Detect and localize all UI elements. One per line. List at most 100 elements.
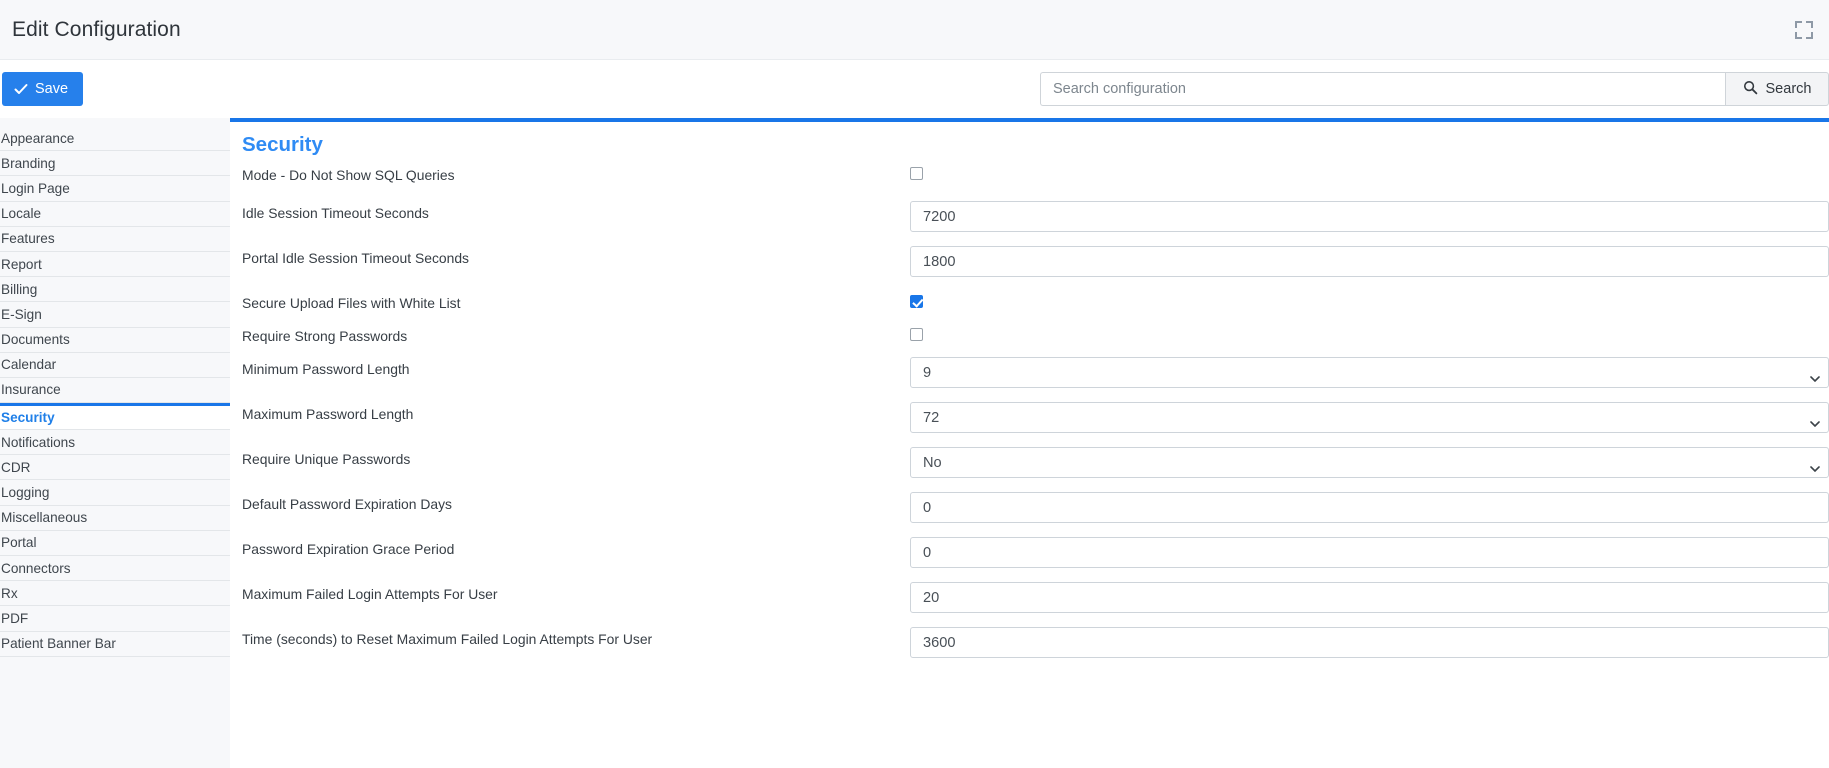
sidebar-item-label: Portal xyxy=(1,535,37,550)
config-sidebar: Appearance Branding Login Page Locale Fe… xyxy=(0,118,230,768)
setting-control xyxy=(910,627,1829,658)
sidebar-item-logging[interactable]: Logging xyxy=(0,480,230,505)
maximum-password-length-select[interactable]: 72 xyxy=(910,402,1829,433)
sidebar-item-miscellaneous[interactable]: Miscellaneous xyxy=(0,506,230,531)
sidebar-item-label: Locale xyxy=(1,206,41,221)
sidebar-item-branding[interactable]: Branding xyxy=(0,151,230,176)
setting-label: Secure Upload Files with White List xyxy=(242,291,910,311)
window-titlebar: Edit Configuration xyxy=(0,0,1829,60)
sidebar-item-calendar[interactable]: Calendar xyxy=(0,353,230,378)
sidebar-item-label: Logging xyxy=(1,485,49,500)
sidebar-item-portal[interactable]: Portal xyxy=(0,531,230,556)
sidebar-item-label: Calendar xyxy=(1,357,56,372)
setting-label: Idle Session Timeout Seconds xyxy=(242,201,910,221)
sidebar-item-label: Report xyxy=(1,257,42,272)
sidebar-item-notifications[interactable]: Notifications xyxy=(0,430,230,455)
setting-label: Time (seconds) to Reset Maximum Failed L… xyxy=(242,627,910,647)
password-expiration-grace-period-input[interactable] xyxy=(910,537,1829,568)
sidebar-item-appearance[interactable]: Appearance xyxy=(0,126,230,151)
sidebar-item-label: PDF xyxy=(1,611,28,626)
setting-control xyxy=(910,163,1829,185)
sidebar-item-label: CDR xyxy=(1,460,30,475)
sidebar-item-report[interactable]: Report xyxy=(0,252,230,277)
portal-idle-session-timeout-seconds-input[interactable] xyxy=(910,246,1829,277)
sidebar-item-label: Insurance xyxy=(1,382,61,397)
setting-control xyxy=(910,291,1829,313)
secure-upload-files-with-white-list-checkbox[interactable] xyxy=(910,295,923,308)
search-group: Search xyxy=(1040,72,1829,106)
setting-label: Require Unique Passwords xyxy=(242,447,910,467)
setting-label: Require Strong Passwords xyxy=(242,324,910,344)
minimum-password-length-select[interactable]: 9 xyxy=(910,357,1829,388)
sidebar-item-billing[interactable]: Billing xyxy=(0,277,230,302)
sidebar-item-label: E-Sign xyxy=(1,307,42,322)
sidebar-item-features[interactable]: Features xyxy=(0,227,230,252)
sidebar-item-locale[interactable]: Locale xyxy=(0,202,230,227)
setting-control xyxy=(910,201,1829,232)
settings-panel: Security Mode - Do Not Show SQL Queries … xyxy=(230,118,1829,768)
sidebar-item-label: Features xyxy=(1,231,55,246)
sidebar-item-login-page[interactable]: Login Page xyxy=(0,176,230,201)
setting-label: Portal Idle Session Timeout Seconds xyxy=(242,246,910,266)
setting-control xyxy=(910,324,1829,346)
require-strong-passwords-checkbox[interactable] xyxy=(910,328,923,341)
sidebar-item-insurance[interactable]: Insurance xyxy=(0,378,230,403)
search-input[interactable] xyxy=(1040,72,1725,106)
search-button[interactable]: Search xyxy=(1725,72,1829,106)
setting-row: Idle Session Timeout Seconds xyxy=(242,201,1829,232)
sidebar-item-label: Patient Banner Bar xyxy=(1,636,116,651)
save-button-label: Save xyxy=(35,81,68,97)
sidebar-item-cdr[interactable]: CDR xyxy=(0,455,230,480)
sidebar-item-label: Connectors xyxy=(1,561,71,576)
setting-row: Maximum Failed Login Attempts For User xyxy=(242,582,1829,613)
sidebar-item-label: Rx xyxy=(1,586,18,601)
sidebar-item-documents[interactable]: Documents xyxy=(0,328,230,353)
page-title: Edit Configuration xyxy=(0,18,181,42)
settings-form: Mode - Do Not Show SQL Queries Idle Sess… xyxy=(230,163,1829,658)
search-icon xyxy=(1743,80,1758,99)
setting-label: Password Expiration Grace Period xyxy=(242,537,910,557)
setting-row: Password Expiration Grace Period xyxy=(242,537,1829,568)
setting-label: Maximum Failed Login Attempts For User xyxy=(242,582,910,602)
setting-control: 72 xyxy=(910,402,1829,433)
setting-row: Maximum Password Length 72 xyxy=(242,402,1829,433)
save-button[interactable]: Save xyxy=(2,72,83,106)
sidebar-item-connectors[interactable]: Connectors xyxy=(0,556,230,581)
setting-label: Minimum Password Length xyxy=(242,357,910,377)
sidebar-item-label: Login Page xyxy=(1,181,70,196)
require-unique-passwords-select[interactable]: No xyxy=(910,447,1829,478)
section-title: Security xyxy=(230,122,1829,163)
sidebar-item-e-sign[interactable]: E-Sign xyxy=(0,302,230,327)
idle-session-timeout-seconds-input[interactable] xyxy=(910,201,1829,232)
sidebar-item-patient-banner-bar[interactable]: Patient Banner Bar xyxy=(0,632,230,657)
sidebar-item-label: Miscellaneous xyxy=(1,510,87,525)
setting-control: No xyxy=(910,447,1829,478)
action-toolbar: Save Search xyxy=(0,60,1829,118)
setting-control xyxy=(910,537,1829,568)
setting-label: Mode - Do Not Show SQL Queries xyxy=(242,163,910,183)
sidebar-item-label: Billing xyxy=(1,282,37,297)
setting-row: Time (seconds) to Reset Maximum Failed L… xyxy=(242,627,1829,658)
sidebar-item-pdf[interactable]: PDF xyxy=(0,606,230,631)
setting-label: Default Password Expiration Days xyxy=(242,492,910,512)
setting-row: Require Strong Passwords xyxy=(242,324,1829,351)
default-password-expiration-days-input[interactable] xyxy=(910,492,1829,523)
collapse-corners-icon[interactable] xyxy=(1793,19,1815,41)
sidebar-item-label: Branding xyxy=(1,156,55,171)
check-icon xyxy=(14,82,28,96)
content-area: Appearance Branding Login Page Locale Fe… xyxy=(0,118,1829,768)
time-to-reset-maximum-failed-login-attempts-input[interactable] xyxy=(910,627,1829,658)
setting-row: Mode - Do Not Show SQL Queries xyxy=(242,163,1829,190)
search-button-label: Search xyxy=(1766,81,1812,97)
setting-row: Secure Upload Files with White List xyxy=(242,291,1829,318)
setting-control xyxy=(910,582,1829,613)
setting-control: 9 xyxy=(910,357,1829,388)
setting-row: Require Unique Passwords No xyxy=(242,447,1829,478)
sidebar-item-rx[interactable]: Rx xyxy=(0,581,230,606)
sidebar-item-label: Documents xyxy=(1,332,70,347)
setting-row: Portal Idle Session Timeout Seconds xyxy=(242,246,1829,277)
mode-do-not-show-sql-queries-checkbox[interactable] xyxy=(910,167,923,180)
sidebar-item-label: Appearance xyxy=(1,131,74,146)
sidebar-item-security[interactable]: Security xyxy=(0,403,230,430)
maximum-failed-login-attempts-for-user-input[interactable] xyxy=(910,582,1829,613)
